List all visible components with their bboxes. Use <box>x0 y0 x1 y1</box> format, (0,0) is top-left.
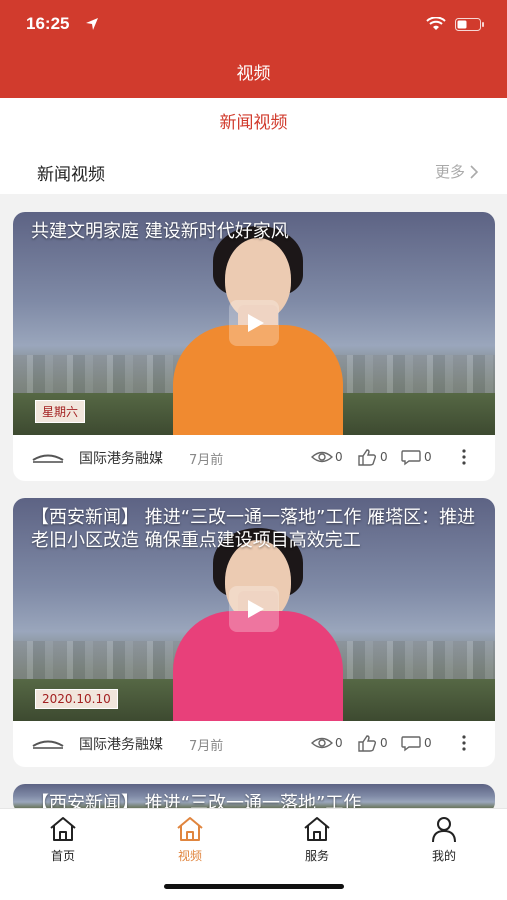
tab-label: 视频 <box>177 849 202 863</box>
wifi-icon <box>426 17 446 30</box>
page-title: 视频 <box>236 64 271 84</box>
tab-label: 首页 <box>50 849 75 863</box>
nav-bar: 视频 <box>0 50 507 98</box>
source-name[interactable]: 国际港务融媒 <box>79 734 163 754</box>
tab-mine[interactable]: 我的 <box>409 815 479 864</box>
section-header: 新闻视频 更多 <box>0 148 507 194</box>
comment-button[interactable]: 0 <box>400 448 432 466</box>
comment-button[interactable]: 0 <box>400 734 432 752</box>
play-button[interactable] <box>229 300 279 346</box>
thumbs-up-icon <box>358 449 377 466</box>
like-button[interactable]: 0 <box>356 448 388 466</box>
view-count: 0 <box>311 734 343 752</box>
home-indicator <box>164 884 344 889</box>
battery-icon <box>455 18 484 31</box>
like-button[interactable]: 0 <box>356 734 388 752</box>
comment-icon <box>401 450 421 466</box>
eye-icon <box>311 737 333 749</box>
video-card[interactable]: 【西安新闻】 推进“三改一通一落地”工作 雁塔区：推进老旧小区改造 确保重点建设… <box>13 498 495 767</box>
section-title: 新闻视频 <box>37 165 105 185</box>
video-headline: 【西安新闻】 推进“三改一通一落地”工作 雁塔区：推进老旧小区改造 确保重点建设… <box>31 507 476 551</box>
home-icon <box>50 817 76 841</box>
play-icon <box>248 600 264 618</box>
date-tag: 2020.10.10 <box>35 689 118 709</box>
category-tab-bar: 新闻视频 <box>0 98 507 148</box>
more-link[interactable]: 更多 <box>435 161 479 182</box>
more-options-icon[interactable] <box>461 734 467 752</box>
video-card[interactable]: 共建文明家庭 建设新时代好家风 星期六 国际港务融媒 7月前 0 0 0 <box>13 212 495 481</box>
thumbs-up-icon <box>358 735 377 752</box>
source-name[interactable]: 国际港务融媒 <box>79 448 163 468</box>
video-thumbnail[interactable]: 【西安新闻】 推进“三改一通一落地”工作 雁塔区：推进老旧小区改造 确保重点建设… <box>13 498 495 721</box>
status-time: 16:25 <box>26 14 70 33</box>
view-count: 0 <box>311 448 343 466</box>
publish-time: 7月前 <box>189 739 224 754</box>
play-button[interactable] <box>229 586 279 632</box>
tab-service[interactable]: 服务 <box>282 815 352 864</box>
tab-news-video[interactable]: 新闻视频 <box>220 113 288 133</box>
source-logo-icon <box>32 454 64 463</box>
video-meta: 国际港务融媒 7月前 0 0 0 <box>13 435 495 481</box>
comment-icon <box>401 736 421 752</box>
video-headline: 共建文明家庭 建设新时代好家风 <box>31 221 289 242</box>
play-icon <box>248 314 264 332</box>
tab-label: 服务 <box>304 849 329 863</box>
more-options-icon[interactable] <box>461 448 467 466</box>
video-meta: 国际港务融媒 7月前 0 0 0 <box>13 721 495 767</box>
source-logo-icon <box>32 740 64 749</box>
service-home-icon <box>304 817 330 841</box>
tab-label: 我的 <box>431 849 456 863</box>
publish-time: 7月前 <box>189 453 224 468</box>
eye-icon <box>311 451 333 463</box>
chevron-right-icon <box>470 164 479 179</box>
tab-home[interactable]: 首页 <box>28 815 98 864</box>
status-bar: 16:25 <box>0 0 507 50</box>
date-tag: 星期六 <box>35 400 86 423</box>
tab-video[interactable]: 视频 <box>155 815 225 864</box>
location-arrow-icon <box>86 18 98 30</box>
more-label: 更多 <box>434 163 465 181</box>
video-thumbnail[interactable]: 共建文明家庭 建设新时代好家风 星期六 <box>13 212 495 435</box>
video-home-icon <box>177 817 203 841</box>
user-icon <box>432 817 456 843</box>
